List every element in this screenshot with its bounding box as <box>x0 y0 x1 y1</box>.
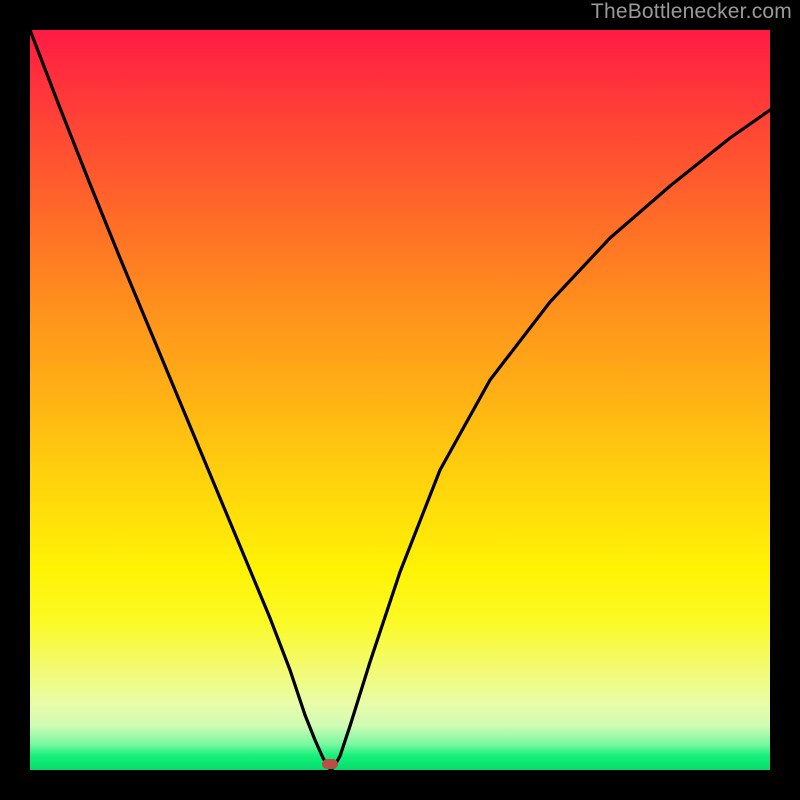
watermark-text: TheBottlenecker.com <box>591 0 792 24</box>
dip-marker <box>322 759 338 769</box>
bottleneck-curve <box>30 30 770 769</box>
plot-area <box>30 30 770 770</box>
chart-outer-frame: TheBottlenecker.com <box>0 0 800 800</box>
curve-layer <box>30 30 770 770</box>
